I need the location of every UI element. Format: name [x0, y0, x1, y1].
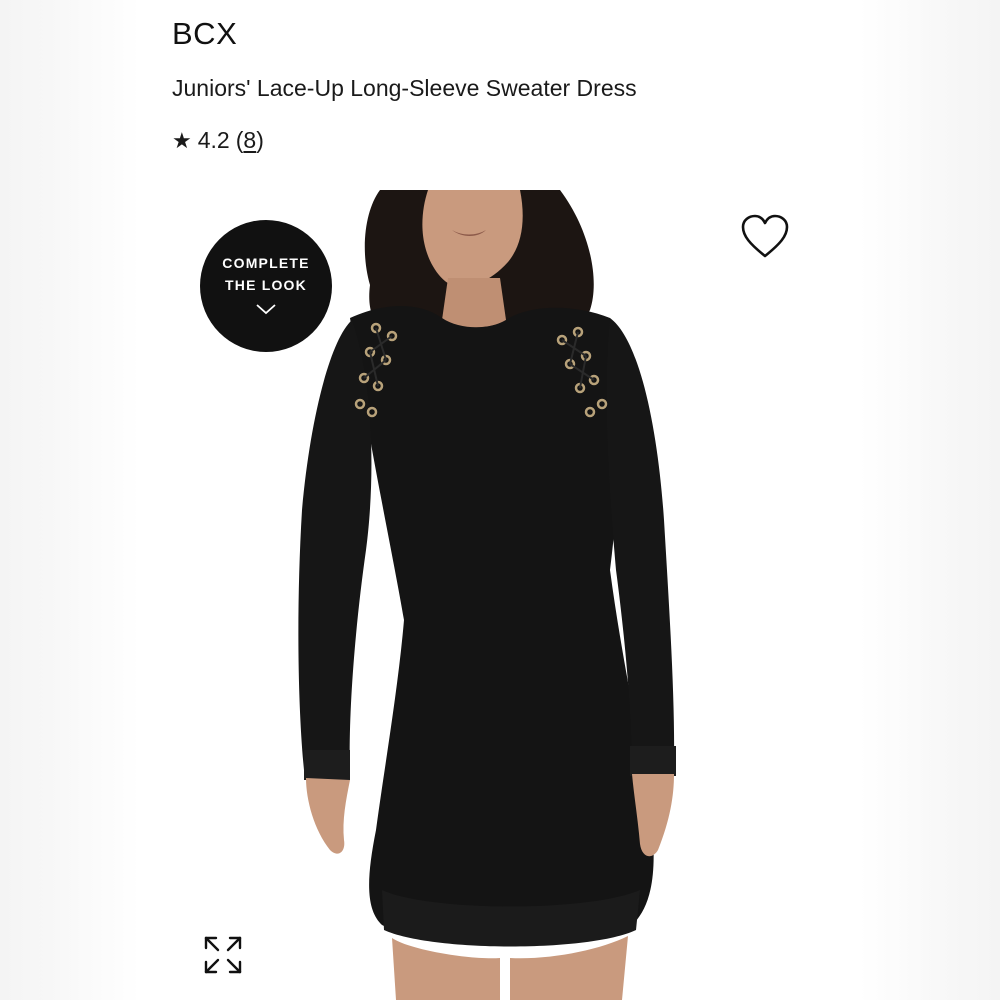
expand-icon[interactable] [200, 932, 246, 978]
complete-the-look-button[interactable]: COMPLETE THE LOOK [200, 220, 332, 352]
product-panel: BCX Juniors' Lace-Up Long-Sleeve Sweater… [140, 0, 860, 1000]
brand-name[interactable]: BCX [172, 16, 237, 52]
rating-value: 4.2 [197, 127, 230, 153]
review-count[interactable]: (8) [236, 127, 264, 154]
chevron-down-icon [255, 302, 277, 320]
right-margin [860, 0, 1000, 1000]
rating[interactable]: ★ 4.2 (8) [172, 127, 264, 154]
star-icon: ★ [172, 127, 192, 153]
left-margin [0, 0, 140, 1000]
neck [442, 278, 506, 328]
screenshot-frame: BCX Juniors' Lace-Up Long-Sleeve Sweater… [0, 0, 1000, 1000]
review-count-link[interactable]: 8 [243, 127, 256, 153]
heart-icon[interactable] [740, 214, 790, 260]
complete-the-look-line1: COMPLETE [222, 255, 310, 271]
product-title: Juniors' Lace-Up Long-Sleeve Sweater Dre… [172, 75, 637, 101]
close-paren: ) [256, 127, 264, 153]
complete-the-look-line2: THE LOOK [225, 277, 307, 293]
